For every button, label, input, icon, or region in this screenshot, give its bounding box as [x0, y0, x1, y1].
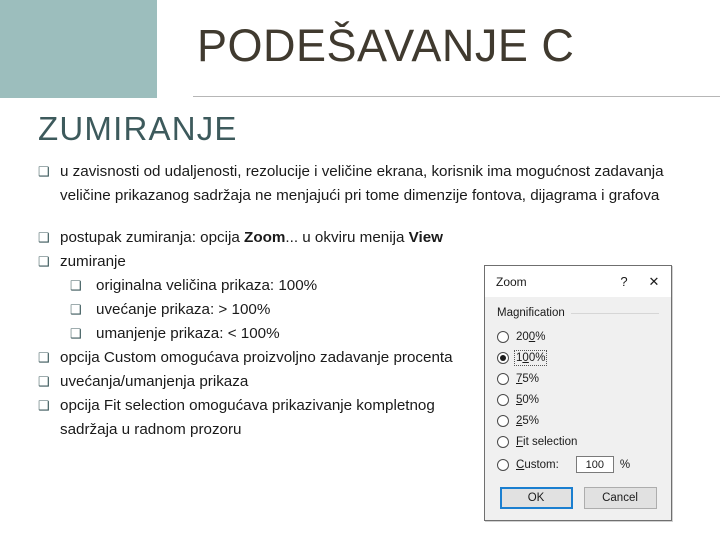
- radio-option-50[interactable]: 50%: [497, 389, 659, 410]
- cancel-button[interactable]: Cancel: [583, 487, 657, 509]
- radio-button-icon[interactable]: [497, 414, 509, 427]
- radio-option-100[interactable]: 100%: [497, 347, 659, 368]
- dialog-title: Zoom: [496, 274, 527, 289]
- bullet-text: uvećanja/umanjenja prikaza: [60, 373, 249, 390]
- close-icon[interactable]: ✕: [639, 267, 669, 296]
- magnification-radio-list: 200% 100% 75% 50% 25% Fit selection Custom: 100…: [497, 326, 659, 476]
- radio-option-label: 200%: [516, 330, 546, 343]
- help-icon[interactable]: ?: [609, 267, 639, 296]
- radio-option-custom[interactable]: Custom: 100%: [497, 453, 659, 476]
- radio-option-75[interactable]: 75%: [497, 368, 659, 389]
- bullet-square-icon: ❑: [38, 398, 50, 413]
- bullet-text: opcija Fit selection omogućava prikaziva…: [60, 397, 435, 438]
- bullet-text: uvećanje prikaza: > 100%: [96, 301, 271, 318]
- zoom-dialog: Zoom ? ✕ Magnification 200% 100% 75% 50% 25%…: [484, 265, 672, 521]
- slide-accent-block: [0, 0, 157, 98]
- magnification-group: Magnification 200% 100% 75% 50% 25% Fit selec…: [497, 307, 659, 476]
- bullet-square-icon: ❑: [38, 164, 50, 179]
- ok-button[interactable]: OK: [499, 487, 573, 509]
- radio-button-icon[interactable]: [497, 458, 509, 471]
- bullet-text: opcija Custom omogućava proizvoljno zada…: [60, 349, 453, 366]
- bullet-square-icon: ❑: [70, 302, 82, 317]
- magnification-legend-label: Magnification: [497, 307, 565, 319]
- bullet-square-icon: ❑: [38, 374, 50, 389]
- radio-option-25[interactable]: 25%: [497, 410, 659, 431]
- radio-button-icon[interactable]: [497, 330, 509, 343]
- radio-option-label: 100%: [513, 349, 548, 366]
- bullet-square-icon: ❑: [38, 230, 50, 245]
- bullet-square-icon: ❑: [38, 350, 50, 365]
- section-heading: ZUMIRANJE: [38, 110, 238, 147]
- page-title: PODEŠAVANJE C: [197, 20, 575, 71]
- bullet-text: originalna veličina prikaza: 100%: [96, 277, 318, 294]
- radio-button-icon[interactable]: [497, 372, 509, 385]
- bullet-square-icon: ❑: [70, 278, 82, 293]
- bullet-text: postupak zumiranja: opcija Zoom... u okv…: [60, 229, 443, 246]
- radio-option-label: Custom:: [516, 458, 559, 471]
- bullet-group-gap: [0, 208, 720, 226]
- bullet-item: ❑ u zavisnosti od udaljenosti, rezolucije…: [38, 160, 720, 208]
- bullet-text: u zavisnosti od udaljenosti, rezolucije …: [60, 163, 664, 204]
- bullet-square-icon: ❑: [38, 254, 50, 269]
- title-divider: [193, 96, 720, 97]
- radio-option-label: 25%: [516, 414, 540, 427]
- radio-button-icon[interactable]: [497, 435, 509, 448]
- bullet-text: zumiranje: [60, 253, 126, 270]
- radio-button-icon[interactable]: [497, 351, 509, 364]
- radio-button-icon[interactable]: [497, 393, 509, 406]
- dialog-client-area: Magnification 200% 100% 75% 50% 25% Fit selec…: [485, 297, 671, 476]
- radio-option-label: 50%: [516, 393, 540, 406]
- bullet-item: ❑ postupak zumiranja: opcija Zoom... u o…: [38, 226, 720, 250]
- bullet-text: umanjenje prikaza: < 100%: [96, 325, 280, 342]
- bullet-square-icon: ❑: [70, 326, 82, 341]
- magnification-legend: Magnification: [497, 307, 659, 319]
- radio-option-fit-selection[interactable]: Fit selection: [497, 431, 659, 452]
- dialog-titlebar: Zoom ? ✕: [485, 266, 671, 297]
- legend-rule: [570, 312, 659, 314]
- dialog-button-row: OK Cancel: [485, 487, 671, 509]
- radio-option-200[interactable]: 200%: [497, 326, 659, 347]
- percent-label: %: [619, 458, 631, 471]
- radio-option-label: Fit selection: [516, 435, 578, 448]
- radio-option-label: 75%: [516, 372, 540, 385]
- custom-zoom-input[interactable]: 100: [575, 456, 614, 473]
